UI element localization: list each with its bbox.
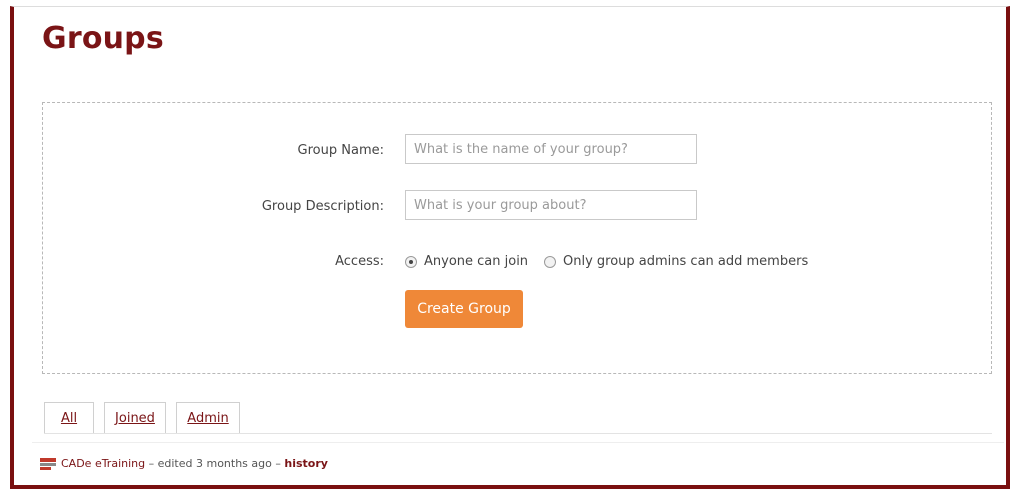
user-avatar-icon xyxy=(40,457,56,470)
page-footer: CADe eTraining – edited 3 months ago – h… xyxy=(40,457,328,470)
access-admins-only-label[interactable]: Only group admins can add members xyxy=(563,254,808,269)
page-frame: Groups Group Name: Group Description: Ac… xyxy=(10,6,1010,489)
create-group-button[interactable]: Create Group xyxy=(405,290,523,328)
group-name-label: Group Name: xyxy=(297,143,384,158)
group-description-label: Group Description: xyxy=(261,199,384,214)
group-name-input[interactable] xyxy=(405,134,697,164)
footer-divider xyxy=(32,442,1004,443)
tab-joined[interactable]: Joined xyxy=(104,402,166,434)
create-group-form: Group Name: Group Description: Access: A… xyxy=(42,102,992,374)
page-title: Groups xyxy=(42,21,164,56)
history-link[interactable]: history xyxy=(284,457,328,470)
access-label: Access: xyxy=(335,254,384,269)
tab-admin[interactable]: Admin xyxy=(176,402,240,434)
author-link[interactable]: CADe eTraining xyxy=(61,457,145,470)
tabs-divider xyxy=(44,433,992,434)
access-admins-only-radio[interactable] xyxy=(544,256,556,268)
tab-all[interactable]: All xyxy=(44,402,94,434)
edited-text: – edited 3 months ago – xyxy=(145,457,285,470)
group-description-input[interactable] xyxy=(405,190,697,220)
access-anyone-radio[interactable] xyxy=(405,256,417,268)
access-anyone-label[interactable]: Anyone can join xyxy=(424,254,528,269)
